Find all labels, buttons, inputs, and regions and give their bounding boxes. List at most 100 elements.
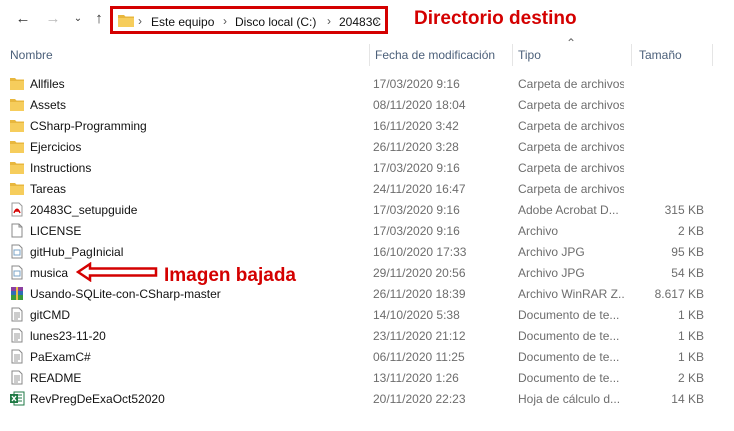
file-type: Archivo — [518, 224, 559, 238]
chevron-right-icon[interactable]: › — [375, 14, 379, 28]
file-size: 14 KB — [671, 392, 704, 406]
red-arrow-icon — [76, 262, 158, 282]
file-name[interactable]: gitCMD — [30, 308, 70, 322]
file-name[interactable]: gitHub_PagInicial — [30, 245, 123, 259]
folder-icon — [9, 160, 25, 175]
file-row[interactable]: Ejercicios 26/11/2020 3:28 Carpeta de arch… — [0, 136, 734, 157]
file-date: 08/11/2020 18:04 — [373, 98, 466, 112]
column-size[interactable]: Tamaño — [639, 48, 682, 62]
file-date: 14/10/2020 5:38 — [373, 308, 460, 322]
file-name[interactable]: Assets — [30, 98, 66, 112]
file-row[interactable]: gitHub_PagInicial 16/10/2020 17:33 Archivo… — [0, 241, 734, 262]
file-date: 23/11/2020 21:12 — [373, 329, 466, 343]
file-row[interactable]: LICENSE 17/03/2020 9:16 Archivo 2 KB — [0, 220, 734, 241]
breadcrumb-este-equipo[interactable]: Este equipo — [151, 15, 214, 29]
file-row[interactable]: Tareas 24/11/2020 16:47 Carpeta de archivo… — [0, 178, 734, 199]
file-size: 2 KB — [677, 371, 704, 385]
file-row[interactable]: lunes23-11-20 23/11/2020 21:12 Documento d… — [0, 325, 734, 346]
file-type: Carpeta de archivos — [518, 182, 624, 196]
column-divider[interactable] — [369, 44, 370, 66]
file-name[interactable]: CSharp-Programming — [30, 119, 147, 133]
file-size: 2 KB — [677, 224, 704, 238]
file-name[interactable]: lunes23-11-20 — [30, 329, 106, 343]
chevron-right-icon: › — [138, 14, 142, 28]
up-arrow-icon[interactable]: ↑ — [91, 10, 107, 28]
column-name[interactable]: Nombre — [10, 48, 53, 62]
breadcrumb-disco-local[interactable]: Disco local (C:) — [235, 15, 316, 29]
file-date: 13/11/2020 1:26 — [373, 371, 459, 385]
file-name[interactable]: Instructions — [30, 161, 91, 175]
file-date: 26/11/2020 3:28 — [373, 140, 459, 154]
forward-arrow-icon[interactable]: → — [45, 10, 61, 28]
navigation-bar: ← → ⌄ ↑ › Este equipo › Disco local (C:)… — [0, 0, 734, 40]
file-size: 95 KB — [671, 245, 704, 259]
folder-icon — [9, 97, 25, 112]
file-name[interactable]: PaExamC# — [30, 350, 91, 364]
back-arrow-icon[interactable]: ← — [15, 10, 31, 28]
column-date[interactable]: Fecha de modificación — [375, 48, 495, 62]
file-type: Carpeta de archivos — [518, 119, 624, 133]
file-row[interactable]: 20483C_setupguide 17/03/2020 9:16 Adobe Ac… — [0, 199, 734, 220]
file-date: 17/03/2020 9:16 — [373, 203, 460, 217]
folder-icon — [118, 15, 134, 27]
file-type: Documento de te... — [518, 371, 620, 385]
file-date: 29/11/2020 20:56 — [373, 266, 466, 280]
file-name[interactable]: Usando-SQLite-con-CSharp-master — [30, 287, 221, 301]
file-row[interactable]: PaExamC# 06/11/2020 11:25 Documento de te.… — [0, 346, 734, 367]
folder-icon — [9, 139, 25, 154]
annotation-image: Imagen bajada — [164, 265, 296, 286]
column-divider[interactable] — [712, 44, 713, 66]
column-header: Nombre Fecha de modificación ⌃ Tipo Tama… — [0, 36, 734, 66]
file-row[interactable]: Instructions 17/03/2020 9:16 Carpeta de ar… — [0, 157, 734, 178]
file-type: Documento de te... — [518, 308, 620, 322]
recent-locations-chevron-icon[interactable]: ⌄ — [70, 10, 86, 28]
file-row[interactable]: Assets 08/11/2020 18:04 Carpeta de archivo… — [0, 94, 734, 115]
file-type: Archivo JPG — [518, 245, 585, 259]
column-divider[interactable] — [631, 44, 632, 66]
file-date: 17/03/2020 9:16 — [373, 161, 460, 175]
chevron-right-icon: › — [223, 14, 227, 28]
image-file-icon — [9, 265, 25, 280]
file-type: Adobe Acrobat D... — [518, 203, 619, 217]
file-icon — [9, 223, 25, 238]
file-type: Archivo JPG — [518, 266, 585, 280]
file-date: 24/11/2020 16:47 — [373, 182, 466, 196]
file-name[interactable]: README — [30, 371, 81, 385]
file-size: 1 KB — [677, 329, 704, 343]
column-type[interactable]: Tipo — [518, 48, 541, 62]
file-type: Carpeta de archivos — [518, 140, 624, 154]
file-date: 17/03/2020 9:16 — [373, 77, 460, 91]
file-row[interactable]: gitCMD 14/10/2020 5:38 Documento de te... 1… — [0, 304, 734, 325]
file-type: Documento de te... — [518, 350, 620, 364]
text-file-icon — [9, 370, 25, 385]
file-row[interactable]: RevPregDeExaOct52020 20/11/2020 22:23 Hoja… — [0, 388, 734, 409]
sort-up-icon: ⌃ — [566, 36, 577, 50]
file-date: 26/11/2020 18:39 — [373, 287, 466, 301]
column-divider[interactable] — [512, 44, 513, 66]
folder-icon — [9, 76, 25, 91]
folder-icon — [9, 118, 25, 133]
excel-icon — [9, 391, 25, 406]
text-file-icon — [9, 307, 25, 322]
file-size: 8.617 KB — [654, 287, 704, 301]
file-name[interactable]: LICENSE — [30, 224, 81, 238]
file-date: 16/11/2020 3:42 — [373, 119, 459, 133]
file-row[interactable]: README 13/11/2020 1:26 Documento de te... 2… — [0, 367, 734, 388]
file-type: Carpeta de archivos — [518, 98, 624, 112]
file-type: Hoja de cálculo d... — [518, 392, 621, 406]
file-name[interactable]: Allfiles — [30, 77, 65, 91]
file-row[interactable]: Allfiles 17/03/2020 9:16 Carpeta de archiv… — [0, 73, 734, 94]
file-list: Allfiles 17/03/2020 9:16 Carpeta de archiv… — [0, 73, 734, 409]
file-name[interactable]: 20483C_setupguide — [30, 203, 137, 217]
file-row[interactable]: Usando-SQLite-con-CSharp-master 26/11/202… — [0, 283, 734, 304]
file-name[interactable]: Ejercicios — [30, 140, 81, 154]
file-date: 16/10/2020 17:33 — [373, 245, 467, 259]
file-name[interactable]: RevPregDeExaOct52020 — [30, 392, 165, 406]
file-row[interactable]: CSharp-Programming 16/11/2020 3:42 Carpeta… — [0, 115, 734, 136]
winrar-icon — [9, 286, 25, 301]
file-date: 06/11/2020 11:25 — [373, 350, 465, 364]
file-name[interactable]: Tareas — [30, 182, 66, 196]
file-name[interactable]: musica — [30, 266, 68, 280]
file-type: Documento de te... — [518, 329, 620, 343]
address-bar[interactable]: › Este equipo › Disco local (C:) › 20483… — [110, 6, 388, 34]
